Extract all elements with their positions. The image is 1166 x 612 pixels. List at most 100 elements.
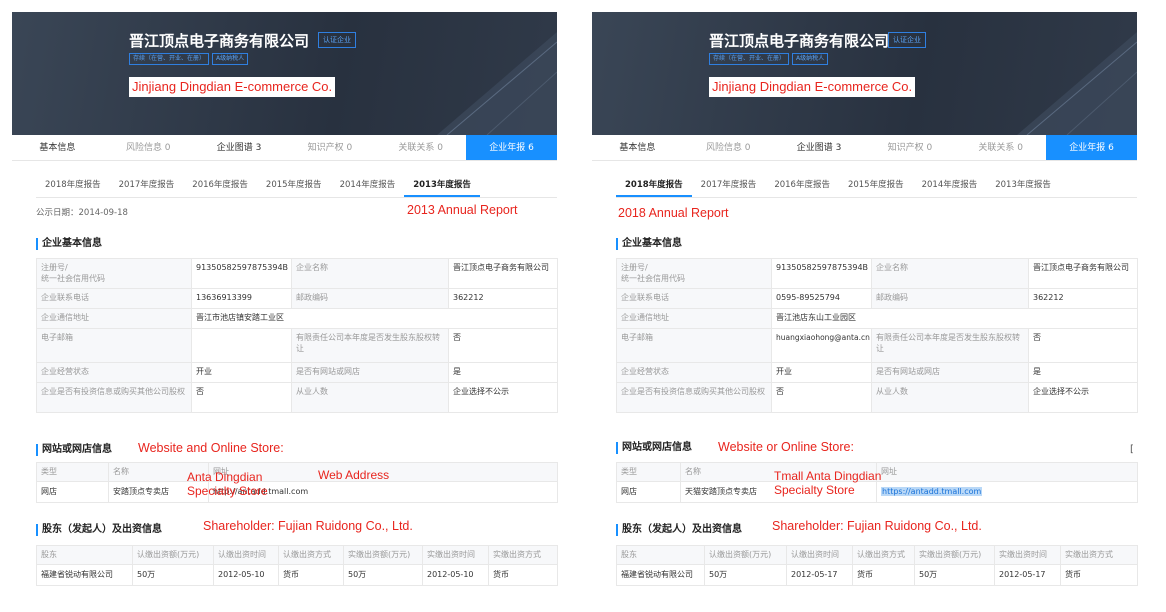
year-tab-2015[interactable]: 2015年度报告 [257, 175, 331, 197]
company-status-tags: 存续（在营、开业、在册） A级纳税人 [129, 53, 249, 65]
company-name-annotation: Jinjiang Dingdian E-commerce Co. [709, 77, 916, 97]
phone-value: 13636913399 [191, 288, 292, 309]
year-report-tabs: 2018年度报告 2017年度报告 2016年度报告 2015年度报告 2014… [36, 175, 480, 197]
transfer-label: 有限责任公司本年度是否发生股东股权转让 [291, 328, 449, 363]
company-header: 晋江顶点电子商务有限公司 认证企业 存续（在营、开业、在册） A级纳税人 Jin… [592, 12, 1137, 135]
tab-risk-info[interactable]: 风险信息 0 [103, 135, 194, 160]
subscribed-date-value: 2012-05-17 [786, 564, 853, 586]
shareholder-section-title: 股东（发起人）及出资信息 [616, 524, 742, 536]
year-tabs-divider [616, 197, 1137, 198]
reg-no-label: 注册号/ 统一社会信用代码 [36, 258, 192, 289]
table-row: 企业通信地址 晋江池店东山工业园区 [616, 308, 1138, 329]
table-header-row: 类型 名称 网址 [36, 462, 558, 482]
year-tab-2018[interactable]: 2018年度报告 [36, 175, 110, 197]
paid-date-value: 2012-05-10 [422, 564, 489, 586]
table-row: 网店 安踏顶点专卖店 http://antadd.tmall.com [36, 481, 558, 503]
scroll-marker: [ [1130, 444, 1134, 455]
table-row: 注册号/ 统一社会信用代码 91350582597875394B 企业名称 晋江… [616, 258, 1138, 289]
postal-value: 362212 [448, 288, 558, 309]
header-decoration [437, 32, 557, 135]
tab-basic-info[interactable]: 基本信息 [12, 135, 103, 160]
shareholder-table: 股东 认缴出资额(万元) 认缴出资时间 认缴出资方式 实缴出资额(万元) 实缴出… [36, 545, 558, 586]
tab-relations[interactable]: 关联关系 0 [375, 135, 466, 160]
reg-no-value: 91350582597875394B [191, 258, 292, 289]
subscribed-method-header: 认缴出资方式 [852, 545, 915, 565]
tab-relations[interactable]: 关联关系 0 [955, 135, 1046, 160]
website-type-value: 网店 [36, 481, 109, 503]
paid-date-header: 实缴出资时间 [994, 545, 1061, 565]
year-tabs-divider [36, 197, 557, 198]
subscribed-method-value: 货币 [278, 564, 344, 586]
basic-info-table: 注册号/ 统一社会信用代码 91350582597875394B 企业名称 晋江… [36, 258, 558, 413]
company-name-value: 晋江顶点电子商务有限公司 [1028, 258, 1138, 289]
website-section-title: 网站或网店信息 [36, 444, 112, 456]
publish-date: 公示日期：2014-09-18 [36, 208, 128, 218]
website-address-value[interactable]: https://antadd.tmall.com [881, 487, 983, 496]
header-decoration [1017, 32, 1137, 135]
status-label: 企业经营状态 [36, 362, 192, 383]
year-tab-2018[interactable]: 2018年度报告 [616, 175, 692, 197]
paid-amount-header: 实缴出资额(万元) [343, 545, 423, 565]
status-value: 开业 [771, 362, 872, 383]
tab-risk-info[interactable]: 风险信息 0 [683, 135, 774, 160]
has-site-label: 是否有网站或网店 [291, 362, 449, 383]
year-tab-2017[interactable]: 2017年度报告 [692, 175, 766, 197]
year-tab-2014[interactable]: 2014年度报告 [913, 175, 987, 197]
shareholder-section-title: 股东（发起人）及出资信息 [36, 524, 162, 536]
tab-basic-info[interactable]: 基本信息 [592, 135, 683, 160]
subscribed-method-value: 货币 [852, 564, 915, 586]
tab-annual-reports[interactable]: 企业年报 6 [466, 135, 557, 160]
store-name-annotation: Tmall Anta Dingdian Specialty Store [774, 469, 882, 497]
website-section-title: 网站或网店信息 [616, 442, 692, 454]
table-row: 企业是否有投资信息或购买其他公司股权 否 从业人数 企业选择不公示 [616, 382, 1138, 413]
year-tab-2015[interactable]: 2015年度报告 [839, 175, 913, 197]
shareholder-value: 福建省锐动有限公司 [616, 564, 705, 586]
tab-ip[interactable]: 知识产权 0 [864, 135, 955, 160]
table-row: 注册号/ 统一社会信用代码 91350582597875394B 企业名称 晋江… [36, 258, 558, 289]
table-row: 企业经营状态 开业 是否有网站或网店 是 [616, 362, 1138, 383]
screenshot-composite: 晋江顶点电子商务有限公司 认证企业 存续（在营、开业、在册） A级纳税人 Jin… [0, 0, 1166, 612]
paid-method-header: 实缴出资方式 [1060, 545, 1138, 565]
table-row: 福建省锐动有限公司 50万 2012-05-10 货币 50万 2012-05-… [36, 564, 558, 586]
basic-info-title: 企业基本信息 [36, 238, 102, 250]
address-value: 晋江市池店镇安踏工业区 [191, 308, 558, 329]
shareholder-annotation: Shareholder: Fujian Ruidong Co., Ltd. [772, 519, 982, 533]
has-site-value: 是 [1028, 362, 1138, 383]
year-tab-2016[interactable]: 2016年度报告 [183, 175, 257, 197]
subscribed-date-header: 认缴出资时间 [213, 545, 279, 565]
year-tab-2013[interactable]: 2013年度报告 [404, 175, 480, 197]
year-tab-2014[interactable]: 2014年度报告 [331, 175, 405, 197]
certified-badge[interactable]: 认证企业 [888, 32, 926, 48]
status-tag: 存续（在营、开业、在册） [709, 53, 790, 65]
report-year-annotation: 2013 Annual Report [407, 203, 518, 217]
transfer-value: 否 [1028, 328, 1138, 363]
tab-enterprise-graph[interactable]: 企业图谱 3 [774, 135, 865, 160]
table-row: 电子邮箱 有限责任公司本年度是否发生股东股权转让 否 [36, 328, 558, 363]
year-tab-2013[interactable]: 2013年度报告 [986, 175, 1060, 197]
company-name-annotation: Jinjiang Dingdian E-commerce Co. [129, 77, 336, 97]
table-row: 电子邮箱 huangxiaohong@anta.cn 有限责任公司本年度是否发生… [616, 328, 1138, 363]
subscribed-amount-value: 50万 [704, 564, 787, 586]
website-address-cell: https://antadd.tmall.com [876, 481, 1138, 503]
panel-2013-report: 晋江顶点电子商务有限公司 认证企业 存续（在营、开业、在册） A级纳税人 Jin… [12, 0, 580, 612]
taxpayer-tag: A级纳税人 [792, 53, 829, 65]
website-section-annotation: Website and Online Store: [138, 441, 284, 455]
panel-2018-report: 晋江顶点电子商务有限公司 认证企业 存续（在营、开业、在册） A级纳税人 Jin… [592, 0, 1160, 612]
year-tab-2017[interactable]: 2017年度报告 [110, 175, 184, 197]
shareholder-value: 福建省锐动有限公司 [36, 564, 133, 586]
company-name-label: 企业名称 [871, 258, 1029, 289]
invest-label: 企业是否有投资信息或购买其他公司股权 [616, 382, 772, 413]
email-label: 电子邮箱 [616, 328, 772, 363]
email-value [191, 328, 292, 363]
certified-badge[interactable]: 认证企业 [318, 32, 356, 48]
status-label: 企业经营状态 [616, 362, 772, 383]
table-row: 企业是否有投资信息或购买其他公司股权 否 从业人数 企业选择不公示 [36, 382, 558, 413]
year-tab-2016[interactable]: 2016年度报告 [765, 175, 839, 197]
phone-value: 0595-89525794 [771, 288, 872, 309]
company-name: 晋江顶点电子商务有限公司 [129, 32, 310, 50]
paid-method-value: 货币 [488, 564, 558, 586]
has-site-label: 是否有网站或网店 [871, 362, 1029, 383]
tab-annual-reports[interactable]: 企业年报 6 [1046, 135, 1137, 160]
tab-enterprise-graph[interactable]: 企业图谱 3 [194, 135, 285, 160]
tab-ip[interactable]: 知识产权 0 [284, 135, 375, 160]
